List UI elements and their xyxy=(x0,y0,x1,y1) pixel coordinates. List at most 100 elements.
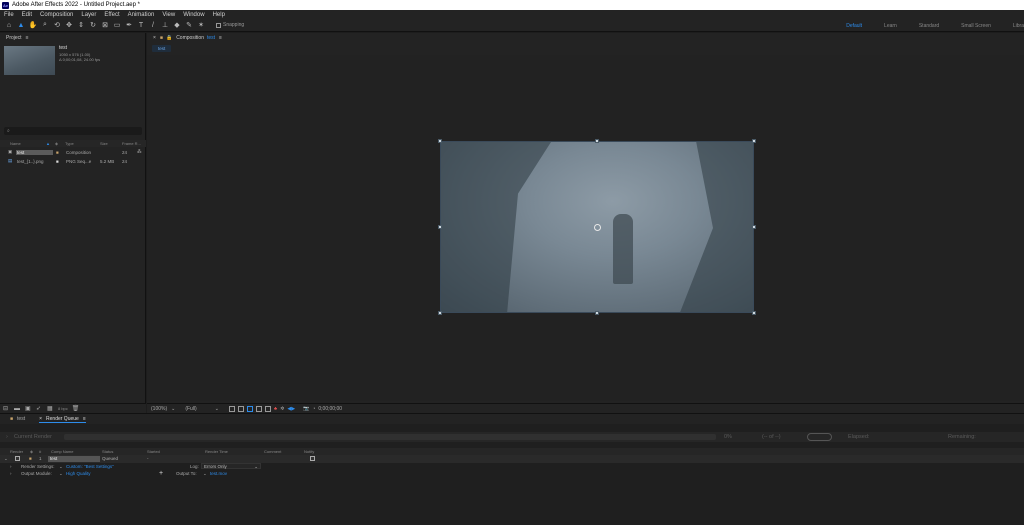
transform-handle-br[interactable] xyxy=(752,311,756,315)
column-render[interactable]: Render xyxy=(10,449,23,454)
ame-toggle[interactable] xyxy=(807,433,832,441)
composition-viewer[interactable] xyxy=(147,55,1024,401)
tab-render-queue[interactable]: × Render Queue ≡ xyxy=(39,416,86,423)
transform-handle-bc[interactable] xyxy=(595,311,599,315)
bit-depth-label[interactable]: 8 bpc xyxy=(58,406,68,411)
transparency-grid-icon[interactable] xyxy=(237,405,244,412)
column-render-time[interactable]: Render Time xyxy=(205,449,228,454)
composition-frame[interactable] xyxy=(440,141,754,313)
snapping-checkbox[interactable] xyxy=(216,22,221,28)
project-item-row[interactable]: ▤ test_{1..}.png ■ PNG Seq...e 5.2 MB 24 xyxy=(0,157,146,165)
notify-checkbox[interactable] xyxy=(310,456,315,461)
menu-help[interactable]: Help xyxy=(213,12,225,18)
column-number[interactable]: # xyxy=(39,449,41,454)
color-channel-icon[interactable]: ♣ xyxy=(274,406,277,412)
column-size[interactable]: Size xyxy=(100,141,108,146)
menu-window[interactable]: Window xyxy=(183,12,204,18)
project-search-input[interactable]: ⌕ xyxy=(4,127,142,135)
column-comment[interactable]: Comment xyxy=(264,449,281,454)
flowchart-icon[interactable]: ⁂ xyxy=(137,149,142,155)
render-checkbox[interactable] xyxy=(15,456,20,461)
panel-menu-icon[interactable]: ≡ xyxy=(83,416,86,422)
lock-icon[interactable]: 🔒 xyxy=(166,35,172,41)
new-composition-icon[interactable]: ▣ xyxy=(25,406,32,412)
column-started[interactable]: Started xyxy=(147,449,160,454)
comp-navigator-tab[interactable]: test xyxy=(152,45,172,52)
composition-tab[interactable]: × ■ 🔒 Composition test ≡ xyxy=(147,33,1024,43)
hand-tool-icon[interactable]: ✋ xyxy=(28,20,38,30)
zoom-tool-icon[interactable]: ⌕ xyxy=(40,20,50,30)
workspace-learn[interactable]: Learn xyxy=(884,23,897,29)
adjust-icon[interactable]: ➶ xyxy=(36,406,43,412)
dolly-camera-icon[interactable]: ⇕ xyxy=(76,20,86,30)
selection-tool-icon[interactable]: ▲ xyxy=(16,20,26,30)
column-status[interactable]: Status xyxy=(102,449,113,454)
workspace-default[interactable]: Default xyxy=(846,23,862,29)
column-frame-rate[interactable]: Frame R... xyxy=(122,141,141,146)
menu-effect[interactable]: Effect xyxy=(104,12,119,18)
project-tab[interactable]: Project ≡ xyxy=(0,33,145,43)
pan-camera-icon[interactable]: ✥ xyxy=(64,20,74,30)
snapshot-camera-icon[interactable]: 📷 xyxy=(303,406,309,412)
chevron-down-icon[interactable]: ⌄ xyxy=(203,471,207,477)
menu-animation[interactable]: Animation xyxy=(128,12,155,18)
expand-chevron-icon[interactable]: › xyxy=(10,471,12,476)
current-time-display[interactable]: 0;00;00;00 xyxy=(318,406,342,412)
region-of-interest-icon[interactable] xyxy=(228,405,235,412)
transform-handle-tl[interactable] xyxy=(438,139,442,143)
show-snapshot-icon[interactable]: ◔ xyxy=(312,406,315,412)
eraser-tool-icon[interactable]: ◆ xyxy=(172,20,182,30)
column-notify[interactable]: Notify xyxy=(304,449,314,454)
workspace-small-screen[interactable]: Small Screen xyxy=(961,23,991,29)
column-type[interactable]: Type xyxy=(65,141,74,146)
workspace-libraries[interactable]: Libra xyxy=(1013,23,1024,29)
puppet-pin-icon[interactable]: ✶ xyxy=(196,20,206,30)
menu-file[interactable]: File xyxy=(4,12,14,18)
transform-handle-bl[interactable] xyxy=(438,311,442,315)
trash-icon[interactable]: ▦ xyxy=(47,406,54,412)
home-icon[interactable]: ⌂ xyxy=(4,20,14,30)
delete-icon[interactable]: 🗑 xyxy=(72,406,80,412)
project-item-row[interactable]: ▣ test ■ Composition 24 ⁂ xyxy=(0,148,146,156)
pan-behind-icon[interactable]: ⊠ xyxy=(100,20,110,30)
workspace-standard[interactable]: Standard xyxy=(919,23,939,29)
expand-chevron-icon[interactable]: ⌄ xyxy=(4,456,8,462)
menu-layer[interactable]: Layer xyxy=(81,12,96,18)
magnification-dropdown[interactable]: (100%) xyxy=(151,406,167,412)
shape-tool-icon[interactable]: ▭ xyxy=(112,20,122,30)
column-comp-name[interactable]: Comp Name xyxy=(51,449,73,454)
column-name[interactable]: Name xyxy=(10,141,21,146)
resolution-dropdown[interactable]: (Full) xyxy=(185,406,196,412)
orbit-camera-icon[interactable]: ⟲ xyxy=(52,20,62,30)
chevron-down-icon[interactable]: ⌄ xyxy=(59,471,63,477)
render-queue-item[interactable]: ⌄ ■ 1 test Queued - xyxy=(0,455,1024,463)
menu-composition[interactable]: Composition xyxy=(40,12,73,18)
anchor-point-icon[interactable] xyxy=(594,224,601,231)
grid-icon[interactable] xyxy=(264,405,271,412)
guides-icon[interactable] xyxy=(255,405,262,412)
transform-handle-mr[interactable] xyxy=(752,225,756,229)
close-icon[interactable]: × xyxy=(153,35,156,41)
clone-stamp-icon[interactable]: ⊥ xyxy=(160,20,170,30)
fast-previews-icon[interactable]: ◀▶ xyxy=(287,406,295,412)
panel-menu-icon[interactable]: ≡ xyxy=(26,35,29,41)
collapse-arrow-icon[interactable]: › xyxy=(6,434,8,440)
log-dropdown[interactable]: Errors Only ⌄ xyxy=(201,463,261,469)
output-to-link[interactable]: test.mov xyxy=(210,471,227,476)
rotation-tool-icon[interactable]: ↻ xyxy=(88,20,98,30)
render-settings-link[interactable]: Custom: "Best Settings" xyxy=(66,464,114,469)
menu-edit[interactable]: Edit xyxy=(22,12,32,18)
pen-tool-icon[interactable]: ✒ xyxy=(124,20,134,30)
type-tool-icon[interactable]: T xyxy=(136,20,146,30)
transform-handle-ml[interactable] xyxy=(438,225,442,229)
roto-brush-icon[interactable]: ✎ xyxy=(184,20,194,30)
expand-chevron-icon[interactable]: › xyxy=(10,464,12,469)
menu-view[interactable]: View xyxy=(162,12,175,18)
new-folder-icon[interactable]: ▬ xyxy=(14,406,21,412)
output-module-link[interactable]: High Quality xyxy=(66,471,91,476)
panel-menu-icon[interactable]: ≡ xyxy=(219,35,222,41)
mask-visibility-icon[interactable] xyxy=(246,405,253,412)
transform-handle-tr[interactable] xyxy=(752,139,756,143)
tab-timeline-test[interactable]: ■ test xyxy=(10,416,25,422)
transform-handle-tc[interactable] xyxy=(595,139,599,143)
